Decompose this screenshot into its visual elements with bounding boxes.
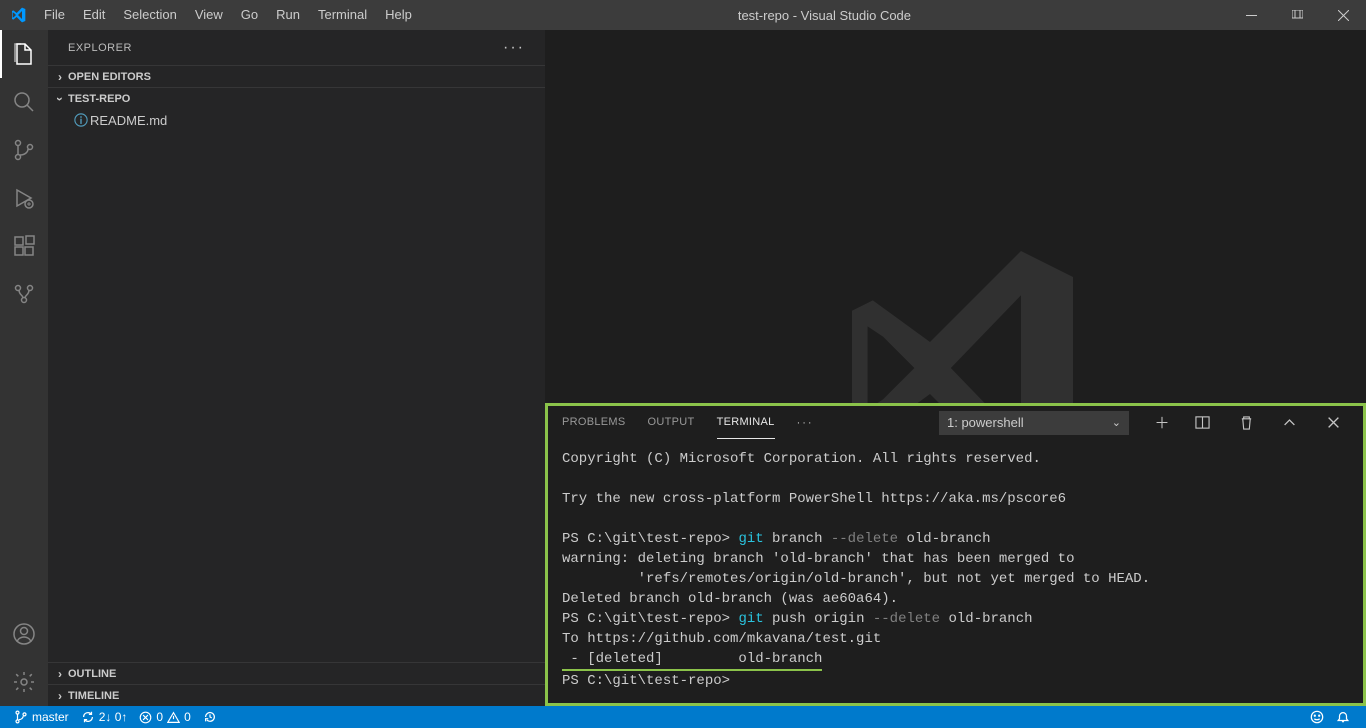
maximize-button[interactable] [1274,0,1320,30]
section-label: TEST-REPO [68,93,130,105]
timeline-section[interactable]: › TIMELINE [48,684,545,706]
menu-terminal[interactable]: Terminal [309,0,376,30]
explorer-sidebar: EXPLORER ··· › OPEN EDITORS › TEST-REPO … [48,30,545,706]
editor-area: PROBLEMS OUTPUT TERMINAL ··· 1: powershe… [545,30,1366,706]
menu-help[interactable]: Help [376,0,421,30]
chevron-right-icon: › [52,667,68,681]
extensions-icon[interactable] [0,222,48,270]
menu-view[interactable]: View [186,0,232,30]
status-history-icon[interactable] [197,706,223,728]
minimize-button[interactable] [1228,0,1274,30]
file-label: README.md [90,113,167,128]
status-problems[interactable]: 0 0 [133,706,196,728]
vscode-logo-icon [0,7,35,23]
account-icon[interactable] [0,610,48,658]
folder-section[interactable]: › TEST-REPO [48,87,545,109]
status-branch[interactable]: master [8,706,75,728]
source-control-icon[interactable] [0,126,48,174]
section-label: TIMELINE [68,690,119,702]
sidebar-more-icon[interactable]: ··· [503,39,525,57]
search-icon[interactable] [0,78,48,126]
window-title: test-repo - Visual Studio Code [421,8,1228,23]
sync-count: 2↓ 0↑ [99,710,128,724]
menu-selection[interactable]: Selection [114,0,185,30]
menu-edit[interactable]: Edit [74,0,114,30]
new-terminal-icon[interactable]: ＋ [1151,412,1173,433]
warn-count: 0 [184,710,191,724]
chevron-right-icon: › [52,689,68,703]
menu-run[interactable]: Run [267,0,309,30]
file-item-readme[interactable]: README.md [48,109,545,131]
activity-bar [0,30,48,706]
terminal-body[interactable]: Copyright (C) Microsoft Corporation. All… [548,439,1363,703]
status-bar: master 2↓ 0↑ 0 0 [0,706,1366,728]
file-tree: README.md [48,109,545,662]
status-sync[interactable]: 2↓ 0↑ [75,706,134,728]
section-label: OUTLINE [68,668,116,680]
status-bell-icon[interactable] [1330,706,1356,728]
menu-bar: File Edit Selection View Go Run Terminal… [35,0,421,30]
tab-output[interactable]: OUTPUT [648,406,695,439]
close-panel-icon[interactable] [1327,416,1349,429]
status-feedback-icon[interactable] [1304,706,1330,728]
close-button[interactable] [1320,0,1366,30]
window-controls [1228,0,1366,30]
menu-file[interactable]: File [35,0,74,30]
panel-more-icon[interactable]: ··· [797,417,814,429]
terminal-selector-label: 1: powershell [947,415,1024,430]
outline-section[interactable]: › OUTLINE [48,662,545,684]
explorer-icon[interactable] [0,30,48,78]
tab-terminal[interactable]: TERMINAL [717,406,775,439]
terminal-selector[interactable]: 1: powershell ⌄ [939,411,1129,435]
info-icon [72,113,90,127]
git-graph-icon[interactable] [0,270,48,318]
open-editors-section[interactable]: › OPEN EDITORS [48,65,545,87]
chevron-down-icon: ⌄ [1112,416,1121,429]
maximize-panel-icon[interactable] [1283,416,1305,429]
chevron-right-icon: › [52,70,68,84]
panel-tabs: PROBLEMS OUTPUT TERMINAL ··· 1: powershe… [548,406,1363,439]
menu-go[interactable]: Go [232,0,267,30]
highlighted-output: - [deleted] old-branch [562,649,822,671]
kill-terminal-icon[interactable] [1239,415,1261,430]
run-debug-icon[interactable] [0,174,48,222]
title-bar: File Edit Selection View Go Run Terminal… [0,0,1366,30]
tab-problems[interactable]: PROBLEMS [562,406,626,439]
split-terminal-icon[interactable] [1195,415,1217,430]
sidebar-header: EXPLORER ··· [48,30,545,65]
settings-gear-icon[interactable] [0,658,48,706]
error-count: 0 [156,710,163,724]
sidebar-title: EXPLORER [68,42,132,54]
terminal-panel: PROBLEMS OUTPUT TERMINAL ··· 1: powershe… [545,403,1366,706]
chevron-down-icon: › [53,91,67,107]
section-label: OPEN EDITORS [68,71,151,83]
branch-name: master [32,710,69,724]
